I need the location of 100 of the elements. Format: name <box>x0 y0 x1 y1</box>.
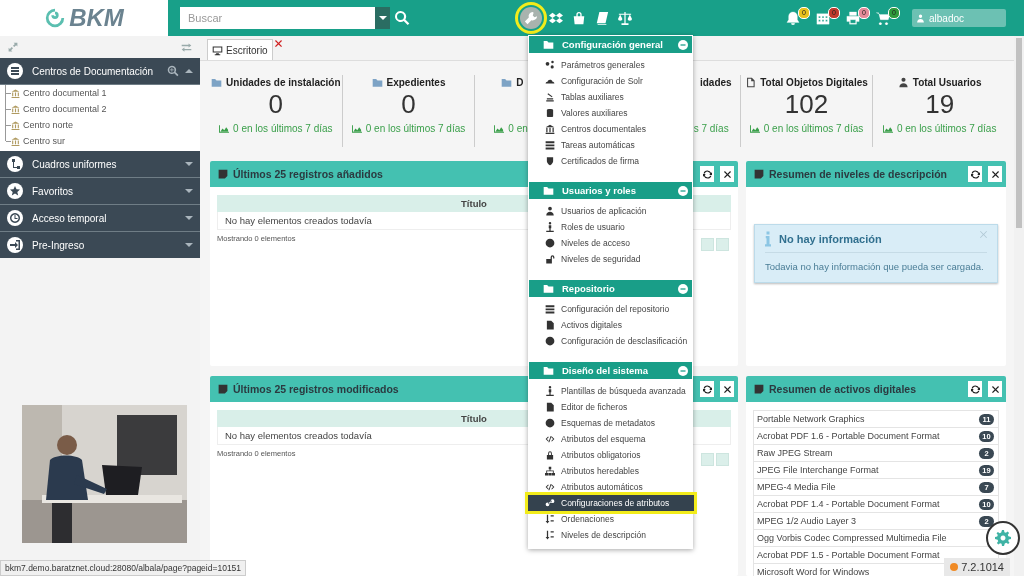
file-icon <box>745 76 757 88</box>
menu-item[interactable]: Tareas automáticas <box>528 137 693 153</box>
refresh-button[interactable] <box>700 381 714 397</box>
stat-value: 0 <box>268 89 284 119</box>
unlock-icon <box>545 254 555 264</box>
user-icon <box>545 206 555 216</box>
close-icon[interactable] <box>274 40 282 47</box>
calendar-icon <box>816 11 830 25</box>
close-button[interactable] <box>720 166 734 182</box>
tree-item[interactable]: Centro documental 1 <box>23 88 107 98</box>
menu-item[interactable]: Niveles de seguridad <box>528 251 693 267</box>
menu-item[interactable]: Activos digitales <box>528 317 693 333</box>
sidebar-section[interactable]: Acceso temporal <box>0 205 200 232</box>
menu-item[interactable]: Valores auxiliares <box>528 105 693 121</box>
caret-down-icon[interactable] <box>185 215 193 221</box>
sidebar-section[interactable]: Favoritos <box>0 178 200 205</box>
scrollbar[interactable] <box>1014 36 1024 576</box>
folder-icon <box>543 283 554 294</box>
user-icon <box>916 13 925 23</box>
menu-item[interactable]: Tablas auxiliares <box>528 89 693 105</box>
bank-icon <box>11 104 20 114</box>
menu-item[interactable]: Centros documentales <box>528 121 693 137</box>
caret-down-icon[interactable] <box>185 242 193 248</box>
caret-down-icon[interactable] <box>185 161 193 167</box>
caret-up-icon[interactable] <box>185 68 193 74</box>
stat-value: 19 <box>925 89 955 119</box>
tree-item[interactable]: Centro sur <box>23 136 66 146</box>
collapse-icon[interactable] <box>678 185 688 196</box>
person-icon <box>545 386 555 396</box>
collapse-icon[interactable] <box>678 39 688 50</box>
area-chart-icon <box>882 124 893 133</box>
menu-item[interactable]: Atributos heredables <box>528 463 693 479</box>
tree-item[interactable]: Centro norte <box>23 120 74 130</box>
scales-icon <box>618 11 632 25</box>
sidebar-section[interactable]: Cuadros uniformes <box>0 151 200 178</box>
menu-item[interactable]: Configuración del repositorio <box>528 301 693 317</box>
printer-icon <box>846 11 860 25</box>
refresh-icon <box>970 384 980 394</box>
menu-item[interactable]: Ordenaciones <box>528 511 693 527</box>
note-icon <box>754 384 764 394</box>
clock-icon <box>7 210 23 226</box>
search-field[interactable]: Buscar <box>180 7 375 29</box>
bank-icon <box>11 120 20 130</box>
caret-down-icon[interactable] <box>185 188 193 194</box>
person-icon <box>545 222 555 232</box>
panel-title: Últimos 25 registros modificados <box>233 383 399 395</box>
collapse-icon[interactable] <box>678 283 688 294</box>
area-chart-icon <box>749 124 760 133</box>
file-icon <box>545 320 555 330</box>
bag-icon <box>572 11 586 25</box>
refresh-icon <box>970 169 980 179</box>
bank-icon <box>545 124 555 134</box>
menu-item[interactable]: Niveles de descripción <box>528 527 693 543</box>
area-chart-icon <box>219 124 230 133</box>
monitor-icon <box>212 44 223 56</box>
refresh-button[interactable] <box>700 166 714 182</box>
zoom-in-icon[interactable] <box>167 65 179 77</box>
sidebar-section[interactable]: Pre-Ingreso <box>0 232 200 258</box>
close-button[interactable] <box>988 381 1002 397</box>
shield-icon <box>545 156 555 166</box>
stat-title: Total Objetos Digitales <box>760 76 868 88</box>
menu-item[interactable]: Atributos obligatorios <box>528 447 693 463</box>
star-icon <box>7 183 23 199</box>
menu-item[interactable]: Parámetros generales <box>528 57 693 73</box>
panel-title: Últimos 25 registros añadidos <box>233 168 383 180</box>
tree-icon <box>7 156 23 172</box>
close-button[interactable] <box>720 381 734 397</box>
menu-item[interactable]: Atributos automáticos <box>528 479 693 495</box>
search-options-button[interactable] <box>375 7 390 29</box>
gear-icon <box>995 530 1011 546</box>
dropbox-icon <box>549 11 563 25</box>
refresh-button[interactable] <box>968 166 982 182</box>
area-chart-icon <box>351 124 362 133</box>
list-item: Raw JPEG Stream <box>757 448 833 458</box>
list-item: Acrobat PDF 1.6 - Portable Document Format <box>757 431 940 441</box>
stat-title: D <box>516 76 524 88</box>
search-icon <box>394 10 410 26</box>
list-icon <box>545 140 555 150</box>
tree-item[interactable]: Centro documental 2 <box>23 104 107 114</box>
menu-item[interactable]: Certificados de firma <box>528 153 693 169</box>
sitemap-icon <box>545 466 555 476</box>
menu-item[interactable]: Niveles de acceso <box>528 235 693 251</box>
close-button[interactable] <box>988 166 1002 182</box>
panel-title: Resumen de activos digitales <box>769 383 917 395</box>
menu-item[interactable]: Configuración de Solr <box>528 73 693 89</box>
stat-title: idades <box>699 76 732 88</box>
refresh-button[interactable] <box>968 381 982 397</box>
stat-title: Unidades de instalación <box>226 76 341 88</box>
close-icon <box>991 170 999 178</box>
menu-item[interactable]: Plantillas de búsqueda avanzada <box>528 383 693 399</box>
menu-item[interactable]: Atributos del esquema <box>528 431 693 447</box>
menu-item[interactable]: Configuración de desclasificación <box>528 333 693 349</box>
stat-title: Expedientes <box>386 76 446 88</box>
folder-icon <box>543 39 554 50</box>
panel-title: Resumen de niveles de descripción <box>769 168 947 180</box>
menu-item[interactable]: Configuraciones de atributos <box>528 495 694 511</box>
desktop-tab[interactable]: Escritorio <box>207 39 273 60</box>
collapse-icon[interactable] <box>678 365 688 376</box>
bank-icon <box>11 88 20 98</box>
sidebar-section[interactable]: Centros de Documentación <box>0 58 200 85</box>
